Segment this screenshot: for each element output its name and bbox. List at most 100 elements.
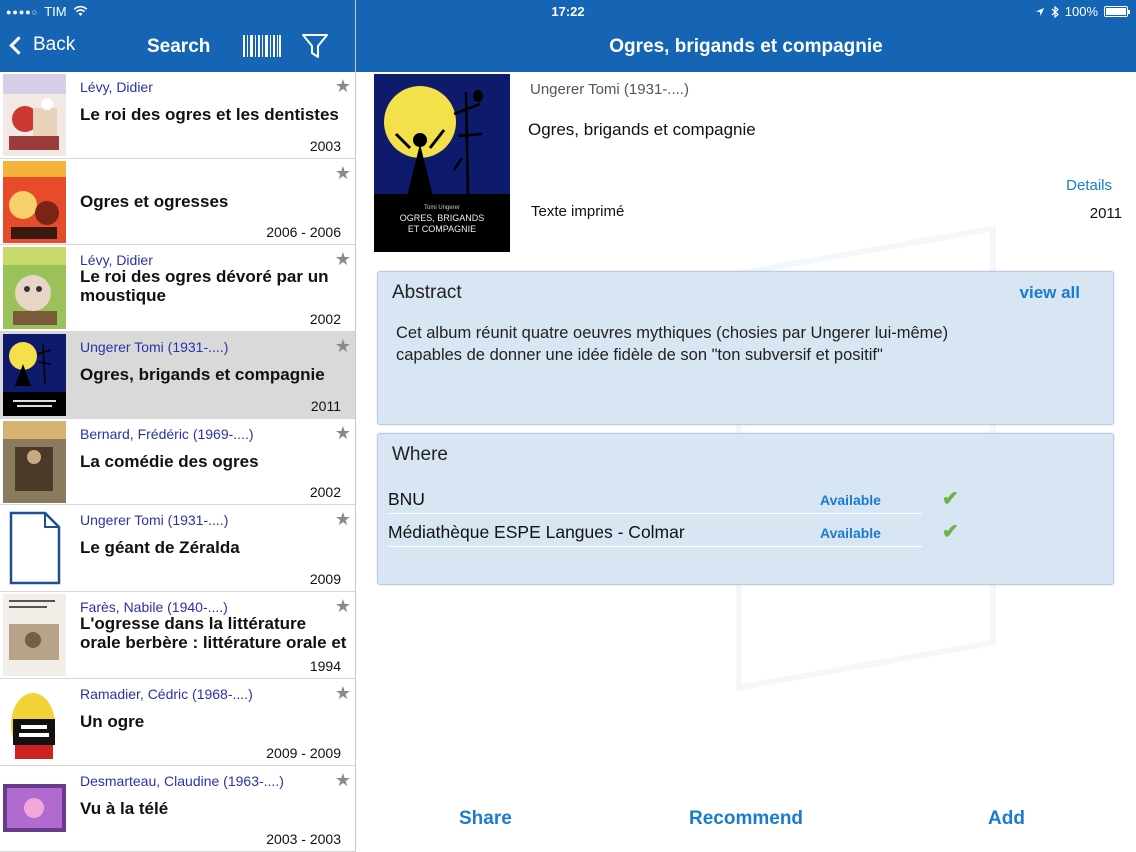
battery-icon [1104, 6, 1130, 17]
list-item-year: 2011 [310, 397, 341, 414]
list-item-title: Vu à la télé [80, 798, 169, 818]
book-thumbnail [3, 420, 66, 503]
location-icon [1035, 7, 1044, 16]
action-bar: Share Recommend Add [356, 808, 1136, 832]
detail-year: 2011 [1089, 205, 1122, 222]
add-button[interactable]: Add [988, 808, 1025, 830]
results-list[interactable]: Lévy, Didier Le roi des ogres et les den… [0, 72, 355, 852]
list-item-title: La comédie des ogres [80, 451, 259, 471]
list-item-year: 1994 [309, 657, 341, 674]
list-item-author: Lévy, Didier [80, 252, 153, 269]
list-item-year: 2009 [309, 571, 341, 588]
location-status: Available [820, 525, 881, 541]
list-item-author: Desmarteau, Claudine (1963-....) [80, 772, 284, 789]
star-icon[interactable]: ★ [335, 163, 351, 184]
search-title: Search [147, 36, 211, 57]
list-item[interactable]: Bernard, Frédéric (1969-....) La comédie… [0, 418, 355, 506]
list-item-title: Le géant de Zéralda [80, 538, 240, 558]
list-item-year: 2006 - 2006 [266, 224, 341, 241]
cover-title-line1: OGRES, BRIGANDS [400, 213, 485, 223]
details-link[interactable]: Details [1066, 177, 1112, 194]
list-item-author: Ungerer Tomi (1931-....) [80, 339, 229, 356]
list-item-title: Un ogre [80, 711, 145, 731]
detail-title: Ogres, brigands et compagnie [609, 36, 883, 57]
list-item-year: 2003 [309, 137, 341, 154]
star-icon[interactable]: ★ [335, 509, 351, 530]
recommend-button[interactable]: Recommend [689, 808, 803, 830]
list-item-year: 2003 - 2003 [266, 831, 341, 848]
star-icon[interactable]: ★ [335, 336, 351, 357]
book-thumbnail [3, 247, 66, 330]
cover-author: Tomi Ungerer [424, 205, 460, 211]
list-item-title: Ogres, brigands et compagnie [80, 365, 325, 385]
list-item-year: 2009 - 2009 [266, 744, 341, 761]
abstract-panel: Abstract view all Cet album réunit quatr… [377, 271, 1114, 425]
list-item-title: Le roi des ogres dévoré par un moustique [80, 267, 329, 306]
abstract-heading: Abstract [392, 282, 462, 303]
list-item-year: 2002 [309, 311, 341, 328]
abstract-text: Cet album réunit quatre oeuvres mythique… [396, 324, 949, 364]
detail-book-title: Ogres, brigands et compagnie [528, 120, 756, 139]
book-thumbnail [3, 334, 66, 417]
list-item[interactable]: Farès, Nabile (1940-....) L'ogresse dans… [0, 592, 355, 679]
book-thumbnail [3, 767, 66, 850]
detail-author: Ungerer Tomi (1931-....) [530, 81, 689, 98]
checkmark-icon: ✔ [942, 521, 959, 543]
list-item[interactable]: Ramadier, Cédric (1968-....) Un ogre 200… [0, 678, 355, 766]
status-bar: ●●●●○ TIM 17:22 100% [0, 0, 1136, 22]
star-icon[interactable]: ★ [335, 596, 351, 617]
list-item-selected[interactable]: Ungerer Tomi (1931-....) Ogres, brigands… [0, 332, 355, 419]
status-right: 100% [1035, 4, 1130, 19]
filter-icon[interactable] [302, 34, 328, 59]
list-item-title: Le roi des ogres et les dentistes [80, 105, 339, 124]
chevron-left-icon [9, 35, 28, 55]
list-item-title: L'ogresse dans la littérature orale berb… [80, 614, 347, 653]
location-row[interactable]: Médiathèque ESPE Langues - Colmar Availa… [388, 516, 959, 547]
book-cover: Tomi Ungerer OGRES, BRIGANDS ET COMPAGNI… [374, 74, 510, 252]
status-time: 17:22 [551, 4, 585, 19]
search-nav-bar: Back Search [0, 22, 355, 72]
star-icon[interactable]: ★ [335, 249, 351, 270]
list-item[interactable]: Ungerer Tomi (1931-....) Le géant de Zér… [0, 505, 355, 593]
location-name: Médiathèque ESPE Langues - Colmar [388, 522, 685, 542]
book-thumbnail [3, 680, 66, 763]
list-item-author: Lévy, Didier [80, 79, 153, 95]
list-item-author: Bernard, Frédéric (1969-....) [80, 425, 254, 442]
list-item-author: Ramadier, Cédric (1968-....) [80, 685, 253, 702]
barcode-icon[interactable] [243, 35, 281, 57]
list-item[interactable]: Desmarteau, Claudine (1963-....) Vu à la… [0, 765, 355, 852]
location-row[interactable]: BNU Available ✔ [388, 483, 959, 514]
book-thumbnail [3, 594, 66, 677]
book-thumbnail [3, 507, 66, 590]
list-item[interactable]: Lévy, Didier Le roi des ogres dévoré par… [0, 245, 355, 333]
book-thumbnail [3, 160, 66, 243]
list-item-title: Ogres et ogresses [80, 191, 229, 211]
battery-label: 100% [1064, 4, 1098, 19]
list-item-author: Ungerer Tomi (1931-....) [80, 512, 229, 529]
view-all-link[interactable]: view all [1020, 283, 1080, 303]
detail-pane: Tomi Ungerer OGRES, BRIGANDS ET COMPAGNI… [356, 72, 1136, 852]
list-item-year: 2002 [309, 484, 341, 501]
back-label: Back [33, 34, 76, 55]
back-button[interactable]: Back [8, 34, 75, 56]
share-button[interactable]: Share [459, 808, 512, 830]
document-icon [3, 507, 66, 590]
star-icon[interactable]: ★ [335, 76, 351, 97]
star-icon[interactable]: ★ [335, 423, 351, 444]
bluetooth-icon [1051, 5, 1059, 18]
where-heading: Where [392, 444, 448, 465]
cover-title-line2: ET COMPAGNIE [408, 224, 476, 234]
location-status: Available [820, 492, 881, 508]
list-item[interactable]: Lévy, Didier Le roi des ogres et les den… [0, 72, 355, 159]
app-root: ●●●●○ TIM 17:22 100% Back Search Ogres, … [0, 0, 1136, 852]
star-icon[interactable]: ★ [335, 683, 351, 704]
checkmark-icon: ✔ [942, 488, 959, 510]
book-thumbnail [3, 74, 66, 156]
top-bar: ●●●●○ TIM 17:22 100% Back Search Ogres, … [0, 0, 1136, 72]
location-name: BNU [388, 489, 425, 509]
document-type: Texte imprimé [531, 203, 625, 220]
star-icon[interactable]: ★ [335, 770, 351, 791]
where-panel: Where BNU Available ✔ Médiathèque ESPE L… [377, 433, 1114, 585]
list-item[interactable]: Ogres et ogresses 2006 - 2006 ★ [0, 158, 355, 246]
list-item-author: Farès, Nabile (1940-....) [80, 599, 228, 616]
